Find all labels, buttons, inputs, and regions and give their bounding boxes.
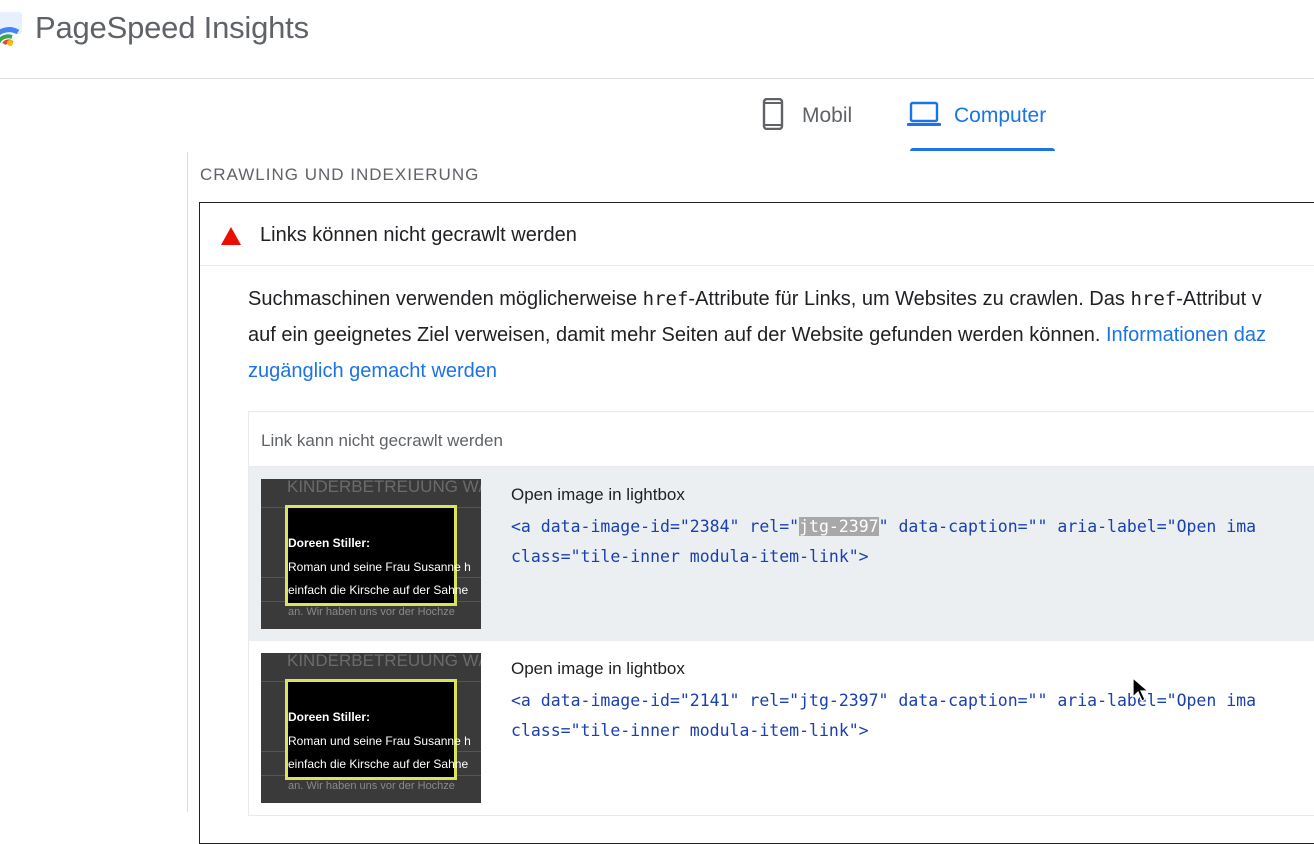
element-screenshot-thumbnail: KINDERBETREUUNG W/ an. Wir haben uns vor…	[261, 653, 481, 803]
tab-selected-indicator	[910, 148, 1055, 151]
node-snippet: <a data-image-id="2384" rel="jtg-2397" d…	[511, 512, 1256, 572]
content-divider	[187, 152, 188, 812]
desc-code: href	[642, 288, 689, 310]
thumbnail-name: Doreen Stiller:	[288, 536, 371, 550]
desc-code: href	[1130, 288, 1177, 310]
table-row: KINDERBETREUUNG W/ an. Wir haben uns vor…	[249, 467, 1314, 641]
snippet-text: class="tile-inner modula-item-link">	[511, 547, 869, 566]
selected-text: jtg-2397	[799, 517, 879, 536]
node-label: Open image in lightbox	[511, 659, 685, 678]
app-title[interactable]: PageSpeed Insights	[35, 10, 309, 46]
desc-text: auf ein geeignetes Ziel verweisen, damit…	[248, 324, 1106, 346]
learn-more-link-continued[interactable]: zugänglich gemacht werden	[248, 360, 497, 382]
pagespeed-logo-icon[interactable]	[0, 12, 24, 46]
audit-header[interactable]: Links können nicht gecrawlt werden	[200, 203, 1314, 266]
device-tabs: Mobil Computer	[0, 80, 1314, 152]
thumbnail-text: Roman und seine Frau Susanne h	[288, 734, 471, 748]
learn-more-link[interactable]: Informationen daz	[1106, 324, 1266, 346]
tab-mobile-label: Mobil	[802, 104, 853, 127]
audit-description: Suchmaschinen verwenden möglicherweise h…	[248, 281, 1314, 389]
thumbnail-heading: KINDERBETREUUNG W/	[287, 653, 481, 670]
snippet-text: class="tile-inner modula-item-link">	[511, 721, 869, 740]
table-header: Link kann nicht gecrawlt werden	[249, 412, 1314, 467]
desc-text: -Attribut v	[1176, 288, 1262, 310]
thumbnail-heading: KINDERBETREUUNG W/	[287, 479, 481, 496]
element-screenshot-thumbnail: KINDERBETREUUNG W/ an. Wir haben uns vor…	[261, 479, 481, 629]
node-label: Open image in lightbox	[511, 485, 685, 504]
thumbnail-text: einfach die Kirsche auf der Sahne	[288, 757, 469, 771]
app-header: PageSpeed Insights	[0, 0, 1314, 79]
thumbnail-text: Roman und seine Frau Susanne h	[288, 560, 471, 574]
snippet-text: " data-caption="" aria-label="Open ima	[878, 517, 1257, 536]
mouse-cursor-icon	[1132, 677, 1150, 702]
audit-title: Links können nicht gecrawlt werden	[260, 224, 577, 246]
audit-item: Links können nicht gecrawlt werden Suchm…	[199, 202, 1314, 844]
smartphone-icon	[762, 98, 784, 130]
snippet-text: <a data-image-id="2384" rel="	[511, 517, 800, 536]
tab-desktop-label: Computer	[954, 104, 1047, 127]
section-title: CRAWLING UND INDEXIERUNG	[200, 165, 480, 184]
thumbnail-text: einfach die Kirsche auf der Sahne	[288, 583, 469, 597]
desc-text: -Attribute für Links, um Websites zu cra…	[688, 288, 1131, 310]
desc-text: Suchmaschinen verwenden möglicherweise	[248, 288, 643, 310]
tab-desktop[interactable]: Computer	[906, 98, 1046, 150]
column-header: Link kann nicht gecrawlt werden	[261, 431, 503, 450]
fail-triangle-icon	[221, 227, 241, 245]
table-row: KINDERBETREUUNG W/ an. Wir haben uns vor…	[249, 641, 1314, 815]
thumbnail-name: Doreen Stiller:	[288, 710, 371, 724]
thumbnail-text: an. Wir haben uns vor der Hochze	[288, 780, 455, 792]
thumbnail-text: an. Wir haben uns vor der Hochze	[288, 606, 455, 618]
laptop-icon	[907, 101, 941, 126]
details-table: Link kann nicht gecrawlt werden KINDERBE…	[248, 411, 1314, 816]
tab-mobile[interactable]: Mobil	[758, 98, 852, 150]
